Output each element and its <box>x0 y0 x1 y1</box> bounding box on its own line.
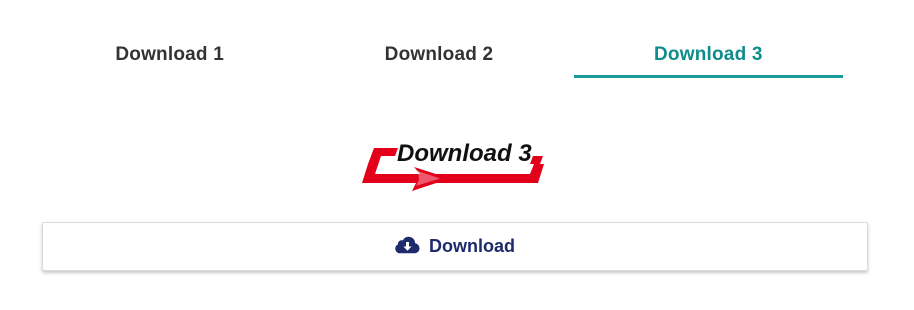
download-button-label: Download <box>429 236 515 256</box>
tab-download-2[interactable]: Download 2 <box>304 36 573 78</box>
download-3-logo: Download 3 <box>354 134 558 200</box>
tab-bar: Download 1 Download 2 Download 3 <box>35 36 844 78</box>
tab-label: Download 3 <box>654 44 763 65</box>
tab-label: Download 2 <box>384 44 494 65</box>
tab-download-3[interactable]: Download 3 <box>573 36 844 78</box>
download-button[interactable]: Download <box>42 222 868 271</box>
logo-text: Download 3 <box>397 140 532 167</box>
page: Download 1 Download 2 Download 3 Downloa… <box>0 0 914 310</box>
tab-download-1[interactable]: Download 1 <box>35 36 304 78</box>
tab-label: Download 1 <box>115 44 224 65</box>
cloud-download-icon <box>395 235 420 255</box>
